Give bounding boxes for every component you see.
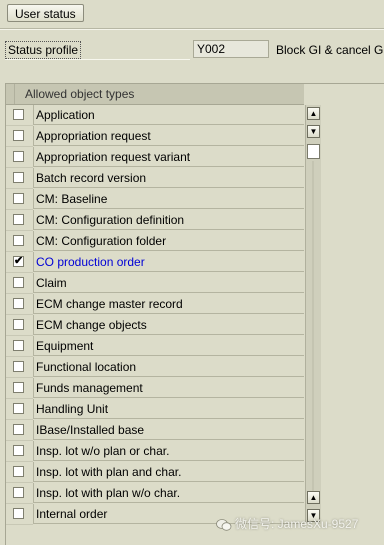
object-type-label: Claim (33, 273, 304, 293)
column-header-object-types[interactable]: Allowed object types (25, 87, 134, 101)
object-type-label: Funds management (33, 378, 304, 398)
table-row[interactable]: Handling Unit (6, 399, 304, 420)
status-profile-description: Block GI & cancel GI (276, 43, 384, 57)
application-toolbar: User status (0, 0, 384, 29)
row-checkbox[interactable] (13, 214, 24, 225)
table-row[interactable]: Funds management (6, 378, 304, 399)
table-row[interactable]: Insp. lot with plan and char. (6, 462, 304, 483)
table-row[interactable]: Insp. lot w/o plan or char. (6, 441, 304, 462)
object-type-label: Appropriation request variant (33, 147, 304, 167)
row-checkbox[interactable] (13, 487, 24, 498)
table-row[interactable]: ECM change objects (6, 315, 304, 336)
row-checkbox[interactable] (13, 382, 24, 393)
row-checkbox[interactable] (13, 277, 24, 288)
object-type-label: Insp. lot with plan and char. (33, 462, 304, 482)
object-type-label: CO production order (33, 252, 304, 272)
vertical-scrollbar[interactable]: ▲ ▼ ▲ ▼ (305, 105, 321, 524)
object-type-label: ECM change master record (33, 294, 304, 314)
object-type-label: Appropriation request (33, 126, 304, 146)
object-type-label: Functional location (33, 357, 304, 377)
table-row[interactable]: CM: Configuration definition (6, 210, 304, 231)
scrollbar-thumb[interactable] (307, 144, 320, 159)
scroll-up-icon[interactable]: ▲ (307, 107, 320, 120)
table-row[interactable]: ✔ CO production order (6, 252, 304, 273)
watermark: 微信号: JamesXu-9527 (216, 514, 384, 534)
page-up-icon[interactable]: ▲ (307, 491, 320, 504)
row-lead-line (6, 524, 33, 525)
table-row[interactable]: Batch record version (6, 168, 304, 189)
object-type-label: Handling Unit (33, 399, 304, 419)
row-checkbox[interactable] (13, 172, 24, 183)
row-checkbox[interactable] (13, 319, 24, 330)
table-row[interactable]: CM: Configuration folder (6, 231, 304, 252)
row-checkbox[interactable] (13, 340, 24, 351)
table-row[interactable]: ECM change master record (6, 294, 304, 315)
status-profile-field[interactable]: Y002 (193, 40, 269, 58)
row-checkbox[interactable] (13, 466, 24, 477)
row-checkbox[interactable] (13, 445, 24, 456)
user-status-button[interactable]: User status (7, 4, 84, 22)
object-type-label: CM: Configuration folder (33, 231, 304, 251)
toolbar-divider (0, 29, 384, 30)
row-checkbox[interactable] (13, 361, 24, 372)
table-row[interactable]: Equipment (6, 336, 304, 357)
object-type-label: Equipment (33, 336, 304, 356)
row-checkbox[interactable] (13, 508, 24, 519)
object-type-label: Insp. lot with plan w/o char. (33, 483, 304, 503)
object-type-label: Batch record version (33, 168, 304, 188)
row-checkbox[interactable]: ✔ (13, 256, 24, 267)
watermark-text: 微信号: JamesXu-9527 (235, 517, 359, 531)
table-row[interactable]: Functional location (6, 357, 304, 378)
table-row[interactable]: Claim (6, 273, 304, 294)
table-row[interactable]: CM: Baseline (6, 189, 304, 210)
row-checkbox[interactable] (13, 109, 24, 120)
scrollbar-track[interactable] (312, 161, 314, 491)
object-type-label: ECM change objects (33, 315, 304, 335)
status-profile-label: Status profile (5, 41, 82, 59)
object-type-label: CM: Baseline (33, 189, 304, 209)
page-down-icon[interactable]: ▼ (307, 125, 320, 138)
row-checkbox[interactable] (13, 193, 24, 204)
status-profile-underline (5, 59, 190, 60)
table-row[interactable]: Application (6, 105, 304, 126)
row-checkbox[interactable] (13, 424, 24, 435)
object-type-label: Insp. lot w/o plan or char. (33, 441, 304, 461)
table-row[interactable]: Appropriation request variant (6, 147, 304, 168)
object-type-label: Application (33, 105, 304, 125)
object-type-label: IBase/Installed base (33, 420, 304, 440)
select-all-corner[interactable] (6, 84, 15, 104)
row-checkbox[interactable] (13, 235, 24, 246)
object-types-list: Application Appropriation request Approp… (6, 105, 304, 525)
row-checkbox[interactable] (13, 130, 24, 141)
object-type-label: CM: Configuration definition (33, 210, 304, 230)
wechat-icon (216, 518, 232, 532)
table-row[interactable]: Insp. lot with plan w/o char. (6, 483, 304, 504)
table-row[interactable]: IBase/Installed base (6, 420, 304, 441)
table-header: Allowed object types (6, 84, 304, 105)
row-checkbox[interactable] (13, 298, 24, 309)
table-row[interactable]: Appropriation request (6, 126, 304, 147)
row-checkbox[interactable] (13, 403, 24, 414)
row-checkbox[interactable] (13, 151, 24, 162)
